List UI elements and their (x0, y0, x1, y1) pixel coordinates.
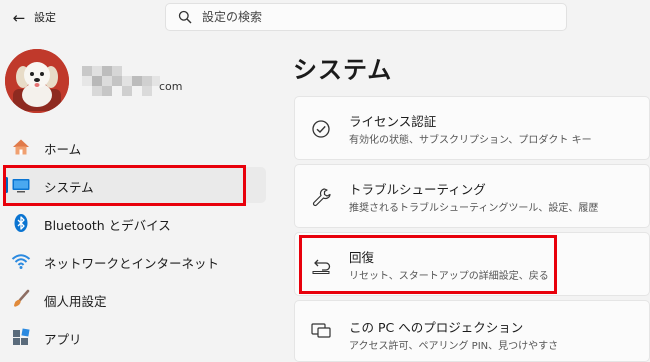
card-recovery[interactable]: 回復 リセット、スタートアップの詳細設定、戻る (294, 232, 650, 296)
sidebar-item-system[interactable]: システム (4, 167, 266, 203)
sidebar-item-label: ネットワークとインターネット (44, 256, 220, 271)
search-icon (178, 10, 192, 24)
sidebar-item-label: Bluetooth とデバイス (44, 218, 171, 233)
card-activation[interactable]: ライセンス認証 有効化の状態、サブスクリプション、プロダクト キー (294, 96, 650, 160)
check-circle-icon (312, 120, 330, 138)
app-title: 設定 (34, 11, 56, 24)
sidebar-item-label: 個人用設定 (44, 294, 107, 309)
brush-icon (14, 289, 30, 307)
sidebar-item-label: ホーム (44, 142, 82, 157)
sidebar-item-label: アプリ (44, 332, 82, 347)
sidebar-item-apps[interactable]: アプリ (4, 319, 266, 355)
wrench-icon (312, 188, 331, 207)
monitor-icon (12, 179, 30, 193)
search-input[interactable] (202, 8, 552, 26)
wifi-icon (11, 254, 31, 269)
back-arrow-icon[interactable]: ← (8, 8, 30, 28)
apps-icon (13, 328, 30, 345)
redacted-email (82, 66, 160, 96)
card-description: 有効化の状態、サブスクリプション、プロダクト キー (349, 135, 592, 146)
card-troubleshoot[interactable]: トラブルシューティング 推奨されるトラブルシューティングツール、設定、履歴 (294, 164, 650, 228)
card-title: トラブルシューティング (349, 182, 486, 197)
card-title: 回復 (349, 250, 375, 265)
projection-icon (311, 323, 331, 338)
card-description: 推奨されるトラブルシューティングツール、設定、履歴 (349, 203, 599, 214)
sidebar-item-network[interactable]: ネットワークとインターネット (4, 243, 266, 279)
recovery-icon (312, 259, 331, 274)
dog-avatar-icon (5, 49, 69, 113)
avatar[interactable] (5, 49, 69, 113)
sidebar-item-personalization[interactable]: 個人用設定 (4, 281, 266, 317)
bluetooth-icon (14, 214, 28, 232)
sidebar-item-home[interactable]: ホーム (4, 129, 266, 165)
home-icon (13, 139, 29, 155)
search-box[interactable] (165, 3, 567, 31)
card-title: この PC へのプロジェクション (349, 320, 524, 335)
card-description: アクセス許可、ペアリング PIN、見つけやすさ (349, 341, 559, 352)
selection-indicator (5, 177, 8, 193)
sidebar-item-label: システム (44, 180, 94, 195)
email-domain: com (159, 80, 183, 93)
card-title: ライセンス認証 (349, 114, 437, 129)
sidebar-item-bluetooth[interactable]: Bluetooth とデバイス (4, 205, 266, 241)
page-title: システム (293, 56, 393, 84)
title-bar: ← 設定 (0, 0, 650, 36)
card-description: リセット、スタートアップの詳細設定、戻る (349, 271, 549, 282)
card-projection[interactable]: この PC へのプロジェクション アクセス許可、ペアリング PIN、見つけやすさ (294, 300, 650, 362)
